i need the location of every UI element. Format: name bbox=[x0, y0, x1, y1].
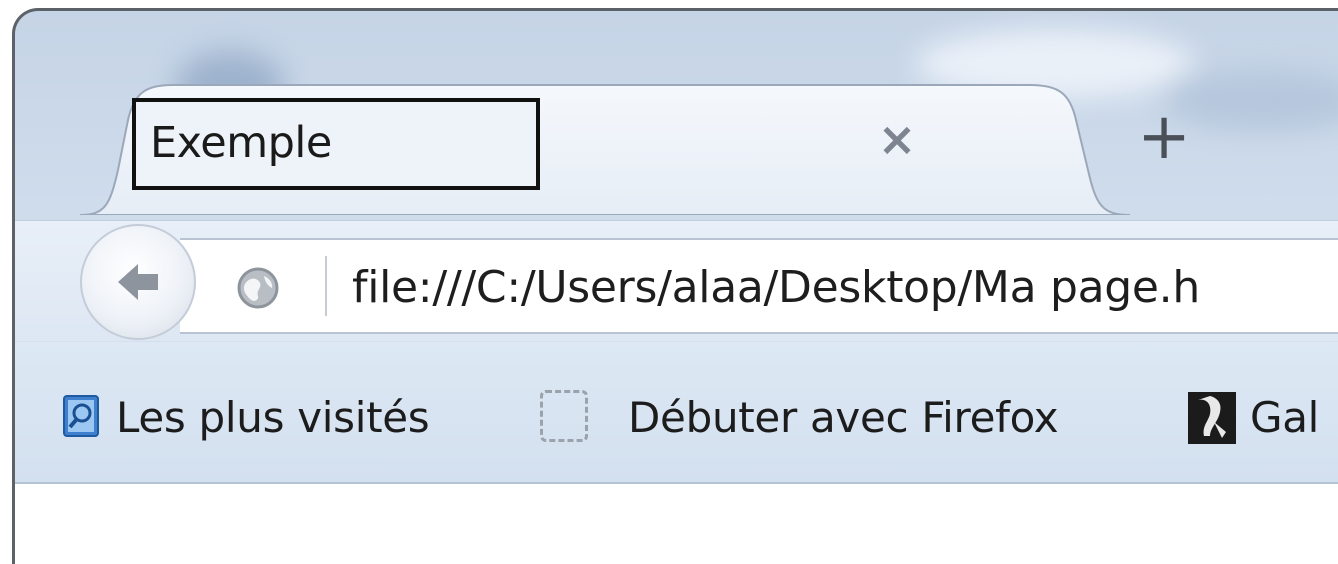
browser-screenshot: Exemple × + file:///C:/Users/alaa/Deskto… bbox=[0, 0, 1338, 564]
back-button[interactable] bbox=[80, 224, 196, 340]
tab-title: Exemple bbox=[150, 118, 332, 168]
close-icon[interactable]: × bbox=[872, 114, 922, 164]
globe-icon bbox=[237, 267, 279, 309]
gallery-icon bbox=[1188, 392, 1236, 444]
url-separator bbox=[325, 256, 327, 316]
search-folder-icon bbox=[63, 395, 99, 437]
url-text[interactable]: file:///C:/Users/alaa/Desktop/Ma page.h bbox=[352, 262, 1200, 314]
bookmark-galerie[interactable]: Gal bbox=[1250, 393, 1319, 443]
page-content-area bbox=[15, 484, 1338, 564]
dotted-page-icon bbox=[540, 390, 588, 442]
bookmark-les-plus-visites[interactable]: Les plus visités bbox=[116, 393, 430, 443]
bookmark-debuter-avec-firefox[interactable]: Débuter avec Firefox bbox=[628, 393, 1059, 443]
plus-icon[interactable]: + bbox=[1134, 105, 1194, 169]
back-arrow-icon bbox=[118, 264, 158, 300]
